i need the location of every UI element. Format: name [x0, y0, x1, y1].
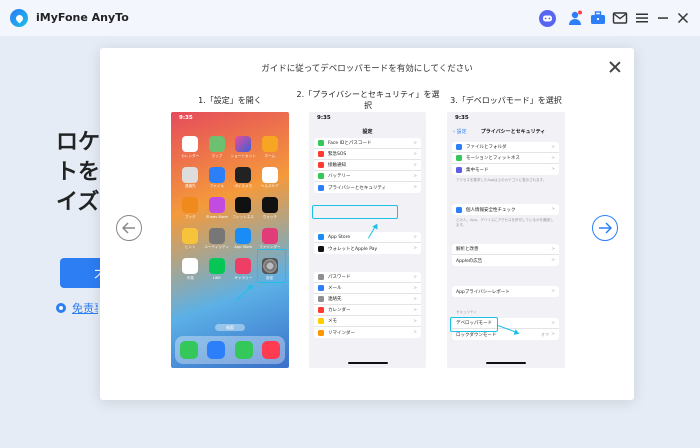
app-logo-icon	[10, 9, 28, 27]
settings-row: パスワード >	[314, 272, 421, 283]
app-icon: ホーム	[257, 136, 284, 159]
app-icon: ファインダー	[257, 227, 284, 251]
previous-button[interactable]	[116, 215, 142, 241]
music-app-icon	[262, 341, 281, 359]
minimize-icon[interactable]	[654, 9, 672, 27]
app-icon: ユーティリティ	[204, 227, 231, 251]
app-icon: LINE	[204, 258, 231, 281]
settings-row: カレンダー >	[314, 305, 421, 316]
app-icon: フィットネス	[230, 197, 257, 220]
settings-group-1: Face IDとパスコード > 緊急SOS > 接触通知 > バッテリー > プライバシ…	[314, 138, 421, 193]
safari-app-icon	[207, 341, 226, 359]
settings-highlight	[257, 249, 286, 283]
close-window-icon[interactable]	[674, 9, 692, 27]
messages-app-icon	[234, 341, 253, 359]
settings-row: Appプライバシーレポート >	[456, 289, 555, 295]
settings-row: バッテリー >	[314, 171, 421, 182]
settings-row: ファイルとフォルダ >	[452, 142, 559, 153]
phone-3-time: 9:35	[455, 115, 469, 121]
settings-group-3: パスワード > メール > 連絡先 > カレンダー > メモ > リマインダー >	[314, 272, 421, 338]
step-1-screenshot: 9:35 カレンダー マップ ショートカット ホーム 連絡先 ファイル ボイスメ…	[171, 112, 289, 368]
app-icon: ヘルスケア	[257, 166, 284, 190]
settings-row: Face IDとパスコード >	[314, 138, 421, 149]
title-bar: iMyFone AnyTo	[0, 0, 700, 36]
mail-icon[interactable]	[611, 9, 629, 27]
next-button[interactable]	[592, 215, 618, 241]
section-header: セキュリティ	[456, 310, 477, 314]
app-title: iMyFone AnyTo	[36, 11, 129, 24]
app-icon: カレンダー	[177, 136, 204, 159]
user-icon[interactable]	[566, 9, 584, 27]
settings-row: 接触通知 >	[314, 160, 421, 171]
settings-row: 連絡先 >	[314, 294, 421, 305]
caption: アクセスを要求したAppは上のカテゴリに表示されます。	[456, 178, 547, 182]
settings-group-2: App Store > ウォレットとApple Pay >	[314, 232, 421, 254]
step-1-label: 1.「設定」を開く	[198, 96, 262, 105]
privacy-group-3: 解析と改善 > Appleの広告 >	[452, 244, 559, 266]
discord-icon[interactable]	[538, 9, 556, 27]
privacy-title: プライバシーとセキュリティ	[480, 129, 546, 135]
privacy-highlight	[312, 205, 398, 219]
developer-mode-highlight	[450, 317, 498, 332]
app-icon: ファイル	[204, 166, 231, 190]
phone-2-time: 9:35	[317, 115, 331, 121]
settings-row-privacy: プライバシーとセキュリティ >	[314, 182, 421, 193]
home-indicator	[347, 362, 388, 364]
settings-row: モーションとフィットネス >	[452, 153, 559, 164]
app-icon: 写真	[177, 258, 204, 281]
phone-1-time: 9:35	[179, 115, 193, 121]
app-icon: マップ	[204, 136, 231, 159]
app-icon: 連絡先	[177, 166, 204, 190]
app-icon: ギャラリー	[230, 258, 257, 281]
privacy-group-2: 個人情報安全性チェック >	[452, 204, 559, 215]
menu-icon[interactable]	[633, 9, 651, 27]
app-icon: ウォッチ	[257, 197, 284, 220]
settings-row: メモ >	[314, 316, 421, 327]
dock	[175, 336, 285, 364]
arrow-right-icon	[599, 222, 612, 234]
settings-row: ウォレットとApple Pay >	[314, 243, 421, 254]
settings-row: Appleの広告 >	[456, 258, 555, 264]
app-icon: ボイスメモ	[230, 166, 257, 190]
privacy-group-1: ファイルとフォルダ > モーションとフィットネス > 集中モード >	[452, 142, 559, 175]
home-indicator	[486, 362, 526, 364]
phone-app-icon	[179, 341, 198, 359]
step-2-label: 2.「プライバシーとセキュリティ」を選択	[296, 90, 440, 110]
settings-row: メール >	[314, 283, 421, 294]
search-pill: 検索	[215, 324, 245, 331]
app-icon: iTunes Store	[204, 197, 231, 220]
app-icon: ブック	[177, 197, 204, 220]
step-3-label: 3.「デベロッパモード」を選択	[450, 96, 562, 105]
settings-row: 緊急SOS >	[314, 149, 421, 160]
modal-title: ガイドに従ってデベロッパモードを有効にしてください	[261, 64, 473, 74]
settings-title: 設定	[362, 129, 373, 135]
settings-row: 個人情報安全性チェック >	[452, 204, 559, 215]
app-icon: ショートカット	[230, 136, 257, 159]
app-icon: ヒント	[177, 227, 204, 251]
settings-row: 集中モード >	[452, 164, 559, 175]
toolbox-icon[interactable]	[589, 9, 607, 27]
step-2-screenshot: 9:35 設定 Face IDとパスコード > 緊急SOS > 接触通知 > バッテリ…	[309, 112, 426, 368]
caption: どの人、App、デバイスにアクセスを許可しているかを確認します。	[456, 218, 554, 227]
app-icon: App Store	[230, 227, 257, 251]
settings-row: 解析と改善 >	[452, 244, 559, 255]
arrow-left-icon	[122, 222, 135, 234]
close-icon[interactable]	[608, 60, 622, 74]
privacy-group-4: Appプライバシーレポート >	[452, 286, 559, 297]
settings-row: リマインダー >	[314, 327, 421, 338]
